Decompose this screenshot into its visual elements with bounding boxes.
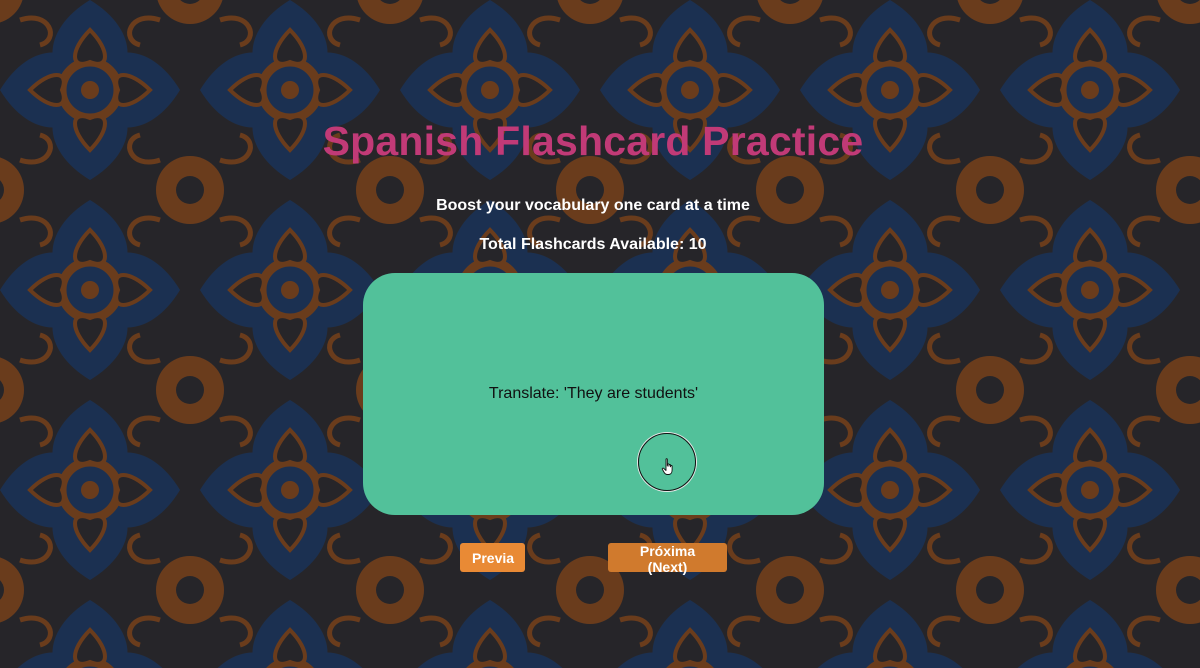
flashcard-prompt: Translate: 'They are students' xyxy=(488,385,699,402)
page-title: Spanish Flashcard Practice xyxy=(322,118,864,164)
flashcard-count: Total Flashcards Available: 10 xyxy=(479,236,707,253)
hand-pointer-icon xyxy=(661,458,673,475)
previous-button[interactable]: Previa xyxy=(460,543,525,572)
flashcard[interactable]: Translate: 'They are students' xyxy=(363,273,824,515)
flashcard-page: Spanish Flashcard Practice Boost your vo… xyxy=(0,0,1200,668)
next-button[interactable]: Próxima (Next) xyxy=(608,543,727,575)
click-indicator xyxy=(638,433,696,491)
page-subtitle: Boost your vocabulary one card at a time xyxy=(436,197,750,214)
